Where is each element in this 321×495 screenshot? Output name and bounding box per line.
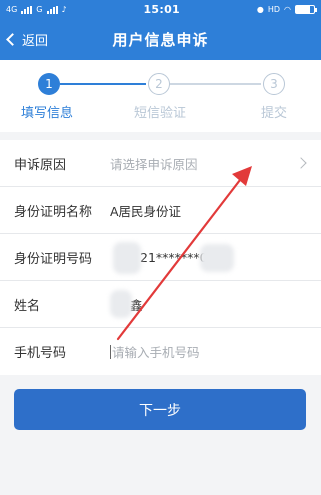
wifi-icon: ◠ bbox=[284, 5, 291, 14]
id-number-row: 身份证明号码 21*******0 bbox=[0, 234, 321, 281]
nav-bar: 返回 用户信息申诉 bbox=[0, 19, 321, 60]
network-label: 4G bbox=[6, 5, 18, 14]
phone-row[interactable]: 手机号码 请输入手机号码 bbox=[0, 328, 321, 375]
page-title: 用户信息申诉 bbox=[112, 31, 209, 49]
back-button[interactable]: 返回 bbox=[6, 19, 49, 60]
status-right: ● HD ◠ bbox=[256, 5, 317, 14]
reason-label: 申诉原因 bbox=[14, 157, 67, 173]
redaction-blur-3 bbox=[110, 290, 132, 318]
step-connector-2 bbox=[170, 83, 261, 85]
text-cursor bbox=[110, 344, 111, 359]
location-icon: ● bbox=[256, 5, 264, 14]
id-type-label: 身份证明名称 bbox=[14, 204, 93, 220]
step-1-circle: 1 bbox=[38, 73, 60, 95]
network-label-2: G bbox=[36, 5, 43, 14]
next-step-button[interactable]: 下一步 bbox=[14, 389, 306, 430]
chevron-right-icon bbox=[295, 157, 307, 169]
reason-select[interactable]: 请选择申诉原因 bbox=[110, 154, 198, 173]
name-row: 姓名 鑫 bbox=[0, 281, 321, 328]
id-number-label: 身份证明号码 bbox=[14, 251, 93, 267]
name-label: 姓名 bbox=[14, 298, 41, 314]
step-2-circle: 2 bbox=[148, 73, 170, 95]
appeal-form: 申诉原因 请选择申诉原因 身份证明名称 A居民身份证 身份证明号码 21****… bbox=[0, 140, 321, 375]
step-connector-1 bbox=[60, 83, 146, 85]
notification-icon: ♪ bbox=[61, 5, 67, 14]
id-number-value: 21*******0 bbox=[140, 249, 208, 265]
step-2-label: 短信验证 bbox=[134, 106, 187, 121]
hd-label: HD bbox=[267, 5, 281, 14]
battery-icon bbox=[295, 5, 317, 14]
redaction-blur bbox=[113, 242, 141, 274]
redaction-blur-2 bbox=[200, 244, 234, 272]
id-type-value: A居民身份证 bbox=[110, 203, 182, 219]
id-type-row: 身份证明名称 A居民身份证 bbox=[0, 187, 321, 234]
step-3-circle: 3 bbox=[263, 73, 285, 95]
signal-icon-2 bbox=[46, 5, 58, 14]
step-3-label: 提交 bbox=[261, 106, 288, 121]
signal-icon bbox=[21, 5, 33, 14]
back-label: 返回 bbox=[22, 34, 49, 49]
status-bar: 4G G ♪ 15:01 ● HD ◠ bbox=[0, 0, 321, 19]
clock: 15:01 bbox=[143, 3, 180, 16]
reason-row[interactable]: 申诉原因 请选择申诉原因 bbox=[0, 140, 321, 187]
step-1-label: 填写信息 bbox=[21, 106, 74, 121]
phone-input[interactable]: 请输入手机号码 bbox=[112, 342, 200, 361]
step-indicator: 1 2 3 填写信息 短信验证 提交 bbox=[0, 60, 321, 132]
status-left: 4G G ♪ bbox=[6, 5, 67, 14]
chevron-left-icon bbox=[6, 33, 19, 46]
phone-label: 手机号码 bbox=[14, 346, 67, 361]
